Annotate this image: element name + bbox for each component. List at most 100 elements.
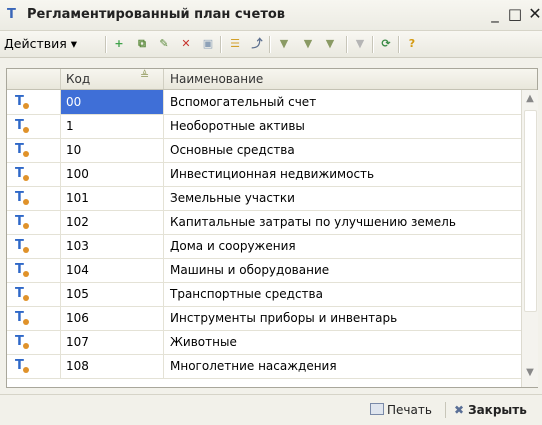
- table-body: Т 00 Вспомогательный счет Т 1 Необоротные акт…: [7, 90, 521, 387]
- clear-filter-icon[interactable]: ▼: [352, 36, 368, 52]
- print-icon: [370, 403, 384, 415]
- table-row[interactable]: Т 1 Необоротные активы: [7, 114, 521, 139]
- account-name: Вспомогательный счет: [170, 95, 317, 109]
- account-icon: Т: [15, 166, 31, 182]
- account-name: Инструменты приборы и инвентарь: [170, 311, 398, 325]
- close-window-button[interactable]: ✕: [527, 6, 542, 22]
- account-code: 104: [61, 258, 164, 282]
- print-label: Печать: [387, 403, 432, 417]
- help-icon[interactable]: ?: [404, 36, 420, 52]
- toolbar-separator: [398, 36, 400, 53]
- actions-menu-button[interactable]: Действия ▾: [4, 36, 77, 51]
- add-icon[interactable]: +: [111, 36, 127, 52]
- table-row[interactable]: Т 108 Многолетние насаждения: [7, 354, 521, 379]
- close-button[interactable]: ✖ Закрыть: [454, 403, 527, 417]
- account-code: 10: [61, 138, 164, 162]
- row-icon-cell: Т: [7, 234, 61, 258]
- chevron-down-icon: ▾: [70, 36, 78, 51]
- account-code: 103: [61, 234, 164, 258]
- edit-icon[interactable]: ✎: [156, 36, 172, 52]
- column-header-code-label: Код: [66, 72, 91, 86]
- move-icon[interactable]: ⤴: [249, 36, 265, 52]
- row-icon-cell: Т: [7, 258, 61, 282]
- account-name: Животные: [170, 335, 237, 349]
- column-header-name[interactable]: Наименование: [165, 69, 521, 89]
- sort-ascending-icon[interactable]: ≜: [140, 69, 149, 82]
- close-label: Закрыть: [468, 403, 527, 417]
- scroll-up-icon[interactable]: ▲: [522, 93, 538, 107]
- row-icon-cell: Т: [7, 354, 61, 378]
- filter-list-icon[interactable]: ▼: [300, 36, 316, 52]
- account-code: 102: [61, 210, 164, 234]
- close-icon: ✖: [454, 403, 465, 417]
- account-code: 105: [61, 282, 164, 306]
- account-code: 107: [61, 330, 164, 354]
- account-name: Дома и сооружения: [170, 239, 296, 253]
- row-icon-cell: Т: [7, 210, 61, 234]
- save-icon[interactable]: ▣: [200, 36, 216, 52]
- account-icon: Т: [15, 118, 31, 134]
- table-row[interactable]: Т 101 Земельные участки: [7, 186, 521, 211]
- hierarchy-icon[interactable]: ☰: [227, 36, 243, 52]
- maximize-button[interactable]: □: [507, 6, 523, 22]
- table-row[interactable]: Т 107 Животные: [7, 330, 521, 355]
- row-icon-cell: Т: [7, 186, 61, 210]
- scroll-thumb[interactable]: [524, 110, 537, 312]
- account-code: 108: [61, 354, 164, 378]
- print-button[interactable]: Печать: [370, 403, 432, 417]
- refresh-icon[interactable]: ⟳: [378, 36, 394, 52]
- copy-icon[interactable]: ⧉: [134, 36, 150, 52]
- row-icon-cell: Т: [7, 306, 61, 330]
- table-row[interactable]: Т 106 Инструменты приборы и инвентарь: [7, 306, 521, 331]
- toolbar-separator: [372, 36, 374, 53]
- account-code: 1: [61, 114, 164, 138]
- scroll-down-icon[interactable]: ▼: [522, 367, 538, 381]
- actions-label: Действия: [4, 36, 67, 51]
- account-icon: Т: [15, 310, 31, 326]
- delete-icon[interactable]: ✕: [178, 36, 194, 52]
- table-row[interactable]: Т 00 Вспомогательный счет: [7, 90, 521, 115]
- table-row[interactable]: Т 100 Инвестиционная недвижимость: [7, 162, 521, 187]
- account-icon: Т: [15, 358, 31, 374]
- account-icon: Т: [15, 94, 31, 110]
- table-row[interactable]: Т 102 Капитальные затраты по улучшению зем…: [7, 210, 521, 235]
- toolbar: Действия ▾ + ⧉ ✎ ✕ ▣ ☰ ⤴ ▼ ▼ ▼ ▼ ⟳?: [0, 31, 542, 58]
- account-code: 100: [61, 162, 164, 186]
- table-row[interactable]: Т 105 Транспортные средства: [7, 282, 521, 307]
- account-name: Инвестиционная недвижимость: [170, 167, 375, 181]
- window-title: Регламентированный план счетов: [27, 7, 286, 22]
- column-header-icon: [7, 69, 61, 89]
- account-icon: Т: [15, 334, 31, 350]
- table-header: Код ≜ Наименование: [7, 69, 537, 90]
- row-icon-cell: Т: [7, 162, 61, 186]
- accounts-table: Код ≜ Наименование Т 00 Вспомогательный сч…: [6, 68, 538, 388]
- filter-icon[interactable]: ▼: [276, 36, 292, 52]
- account-name: Капитальные затраты по улучшению земель: [170, 215, 456, 229]
- account-name: Многолетние насаждения: [170, 359, 337, 373]
- vertical-scrollbar[interactable]: ▲ ▼: [521, 90, 538, 387]
- table-row[interactable]: Т 10 Основные средства: [7, 138, 521, 163]
- toolbar-separator: [105, 36, 107, 53]
- table-row[interactable]: Т 104 Машины и оборудование: [7, 258, 521, 283]
- minimize-button[interactable]: _: [487, 6, 503, 22]
- toolbar-separator: [269, 36, 271, 53]
- account-icon: Т: [15, 262, 31, 278]
- account-code: 106: [61, 306, 164, 330]
- account-name: Машины и оборудование: [170, 263, 330, 277]
- row-icon-cell: Т: [7, 114, 61, 138]
- table-row[interactable]: Т 103 Дома и сооружения: [7, 234, 521, 259]
- account-code: 00: [61, 90, 164, 114]
- filter-dropdown-icon[interactable]: ▼: [322, 36, 338, 52]
- account-name: Основные средства: [170, 143, 295, 157]
- column-header-name-label: Наименование: [170, 72, 264, 86]
- account-icon: Т: [15, 214, 31, 230]
- account-code: 101: [61, 186, 164, 210]
- account-name: Необоротные активы: [170, 119, 305, 133]
- row-icon-cell: Т: [7, 90, 61, 114]
- title-bar[interactable]: Т Регламентированный план счетов _ □ ✕: [0, 0, 542, 31]
- account-icon: Т: [15, 142, 31, 158]
- account-plan-window: Т Регламентированный план счетов _ □ ✕ Д…: [0, 0, 542, 425]
- bottom-separator: [445, 402, 446, 418]
- account-name: Земельные участки: [170, 191, 295, 205]
- toolbar-separator: [346, 36, 348, 53]
